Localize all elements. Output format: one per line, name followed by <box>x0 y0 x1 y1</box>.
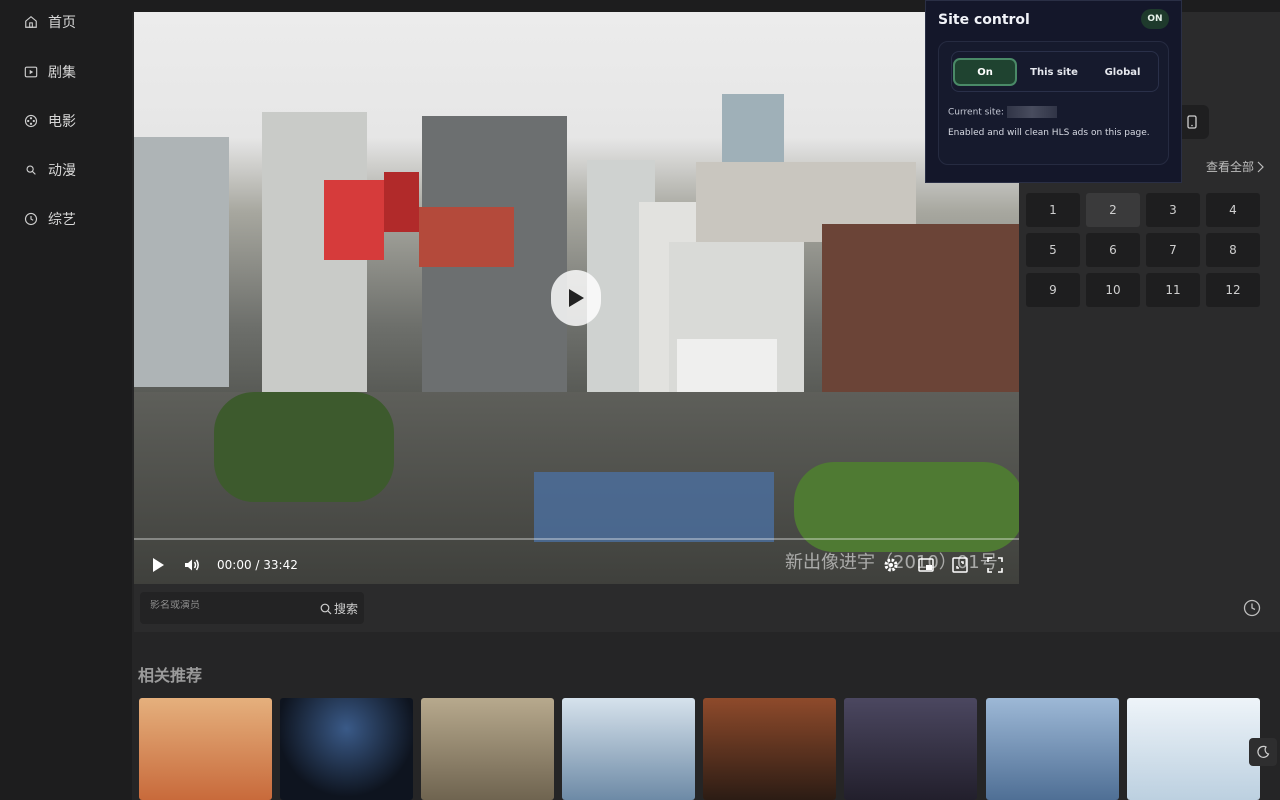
related-poster[interactable] <box>139 698 272 800</box>
moon-icon <box>1257 745 1270 758</box>
building <box>134 137 229 387</box>
play-icon <box>153 558 164 572</box>
mode-this-site-button[interactable]: This site <box>1023 58 1085 86</box>
episode-grid: 1 2 3 4 5 6 7 8 9 10 11 12 <box>1026 193 1260 307</box>
web-fullscreen-button[interactable] <box>949 554 971 576</box>
episode-button[interactable]: 7 <box>1146 233 1200 267</box>
play-button[interactable] <box>147 554 169 576</box>
building <box>419 207 514 267</box>
sidebar-item-label: 综艺 <box>48 212 76 228</box>
episode-button[interactable]: 9 <box>1026 273 1080 307</box>
play-overlay-button[interactable] <box>551 270 601 326</box>
search-input[interactable] <box>150 600 310 611</box>
play-icon <box>569 289 584 307</box>
episode-button[interactable]: 3 <box>1146 193 1200 227</box>
trees <box>214 392 394 502</box>
settings-button[interactable] <box>880 554 902 576</box>
episode-button[interactable]: 6 <box>1086 233 1140 267</box>
home-icon <box>25 16 37 28</box>
picture-in-picture-icon <box>918 558 934 572</box>
sidebar-item-series[interactable]: 剧集 <box>24 60 76 84</box>
related-poster[interactable] <box>844 698 977 800</box>
film-reel-icon <box>24 114 38 128</box>
chevron-right-icon <box>1257 161 1264 172</box>
sidebar-item-label: 剧集 <box>48 65 76 81</box>
progress-bar[interactable] <box>134 538 1019 540</box>
related-poster[interactable] <box>986 698 1119 800</box>
sidebar-item-home[interactable]: 首页 <box>24 10 76 34</box>
current-site-row: Current site: <box>948 106 1057 118</box>
sidebar-item-anime[interactable]: 动漫 <box>24 158 76 182</box>
current-site-label: Current site: <box>948 107 1004 118</box>
related-poster[interactable] <box>703 698 836 800</box>
search-button-label: 搜索 <box>334 602 359 616</box>
sidebar-item-movies[interactable]: 电影 <box>24 109 76 133</box>
episode-button[interactable]: 8 <box>1206 233 1260 267</box>
web-fullscreen-icon <box>952 557 968 573</box>
redacted-site-name <box>1006 106 1057 118</box>
volume-button[interactable] <box>181 554 203 576</box>
sidebar-item-label: 动漫 <box>48 163 76 179</box>
see-all-link[interactable]: 查看全部 <box>1206 158 1264 175</box>
sidebar-item-label: 电影 <box>48 114 76 130</box>
building <box>384 172 419 232</box>
related-poster[interactable] <box>421 698 554 800</box>
gear-icon <box>884 558 898 572</box>
popup-title: Site control <box>938 12 1030 28</box>
episode-button[interactable]: 5 <box>1026 233 1080 267</box>
related-poster[interactable] <box>280 698 413 800</box>
construction-site <box>534 472 774 542</box>
search-button[interactable]: 搜索 <box>320 600 358 617</box>
related-section-title: 相关推荐 <box>138 666 203 685</box>
pip-button[interactable] <box>915 554 937 576</box>
see-all-label: 查看全部 <box>1206 160 1255 174</box>
history-clock-icon[interactable] <box>1243 599 1261 617</box>
site-control-popup: Site control ON On This site Global Curr… <box>925 0 1182 183</box>
episode-button[interactable]: 1 <box>1026 193 1080 227</box>
anime-icon <box>26 165 36 175</box>
episode-button-active[interactable]: 2 <box>1086 193 1140 227</box>
related-poster[interactable] <box>562 698 695 800</box>
theme-toggle-button[interactable] <box>1249 738 1277 766</box>
sidebar-item-label: 首页 <box>48 15 76 31</box>
phone-icon <box>1186 115 1197 129</box>
time-display: 00:00 / 33:42 <box>217 558 298 572</box>
episode-button[interactable]: 12 <box>1206 273 1260 307</box>
tv-series-icon <box>24 66 38 78</box>
sidebar: 首页 剧集 电影 动漫 综艺 <box>0 0 120 800</box>
volume-icon <box>185 559 199 571</box>
episode-button[interactable]: 4 <box>1206 193 1260 227</box>
mode-on-button[interactable]: On <box>953 58 1017 86</box>
sidebar-item-variety[interactable]: 综艺 <box>24 207 76 231</box>
building <box>722 94 784 169</box>
status-badge[interactable]: ON <box>1141 9 1169 29</box>
related-poster[interactable] <box>1127 698 1260 800</box>
variety-clock-icon <box>24 212 38 226</box>
popup-status-message: Enabled and will clean HLS ads on this p… <box>948 128 1150 138</box>
search-icon <box>320 603 332 614</box>
video-player[interactable]: 00:00 / 33:42 新出像进宇（2010）01号 <box>134 12 1019 584</box>
episode-button[interactable]: 10 <box>1086 273 1140 307</box>
fullscreen-icon <box>987 557 1003 573</box>
building <box>324 180 384 260</box>
episode-button[interactable]: 11 <box>1146 273 1200 307</box>
fullscreen-button[interactable] <box>984 554 1006 576</box>
mode-global-button[interactable]: Global <box>1090 58 1155 86</box>
